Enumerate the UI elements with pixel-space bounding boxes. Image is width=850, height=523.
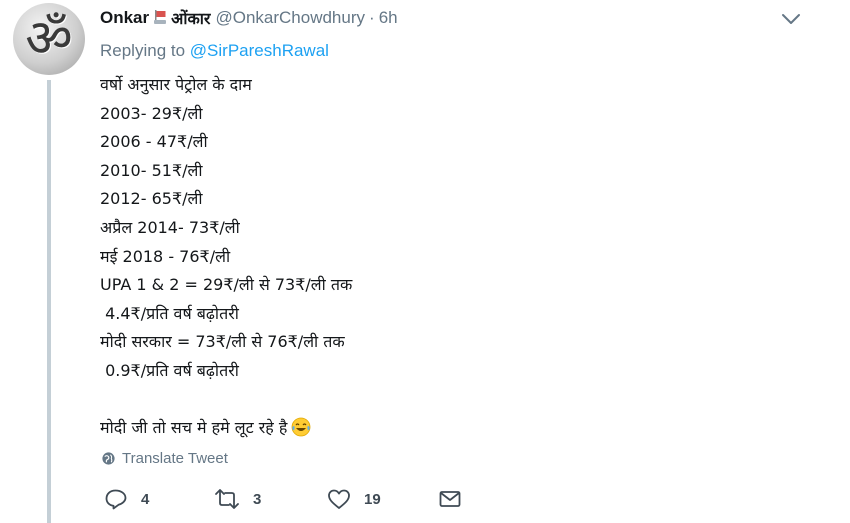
chevron-down-icon[interactable] — [780, 11, 802, 27]
tweet-time[interactable]: 6h — [379, 8, 398, 28]
retweet-icon — [215, 489, 239, 509]
retweet-count: 3 — [253, 490, 262, 508]
tweet-line: 2003- 29₹/ली — [100, 103, 203, 123]
retweet-button[interactable]: 3 — [214, 488, 261, 510]
avatar[interactable]: ॐ — [13, 3, 85, 75]
like-count: 19 — [364, 490, 381, 508]
tweet-header: Onkar ओंकार @OnkarChowdhury · 6h — [100, 6, 850, 30]
translate-tweet-link[interactable]: Translate Tweet — [101, 450, 228, 467]
tweet-line: 2006 - 47₹/ली — [100, 132, 208, 152]
tweet[interactable]: ॐ Onkar ओंकार @OnkarChowdhury · 6h Reply… — [0, 0, 850, 523]
reply-count: 4 — [141, 490, 150, 508]
thread-line — [47, 80, 51, 523]
like-button[interactable]: 19 — [327, 488, 381, 510]
replying-to: Replying to @SirPareshRawal — [100, 41, 329, 61]
author-name[interactable]: Onkar — [100, 8, 149, 28]
tweet-line-last: मोदी जी तो सच मे हमे लूट रहे है — [100, 414, 800, 443]
globe-icon — [102, 452, 115, 465]
tweet-line: 0.9₹/प्रति वर्ष बढ़ोतरी — [100, 360, 239, 380]
tweet-line: 2012- 65₹/ली — [100, 189, 203, 209]
heart-icon — [328, 489, 350, 509]
tweet-line: 4.4₹/प्रति वर्ष बढ़ोतरी — [100, 303, 239, 323]
action-bar: 4 3 19 — [100, 488, 480, 514]
tweet-line: वर्षो अनुसार पेट्रोल के दाम — [100, 75, 252, 94]
tweet-line: 2010- 51₹/ली — [100, 160, 203, 180]
translate-label: Translate Tweet — [122, 450, 228, 467]
tweet-line: मई 2018 - 76₹/ली — [100, 246, 231, 266]
author-name-suffix[interactable]: ओंकार — [171, 7, 210, 29]
avatar-om-glyph: ॐ — [25, 9, 73, 69]
flag-badge-icon — [151, 8, 169, 31]
replying-prefix: Replying to — [100, 41, 186, 60]
replying-mention-link[interactable]: @SirPareshRawal — [190, 41, 329, 60]
direct-message-button[interactable] — [438, 488, 462, 510]
tweet-line: UPA 1 & 2 = 29₹/ली से 73₹/ली तक — [100, 275, 353, 295]
separator-dot: · — [369, 8, 375, 27]
reply-icon — [105, 489, 127, 510]
face-with-tears-of-joy-icon — [291, 417, 311, 447]
tweet-text: वर्षो अनुसार पेट्रोल के दाम 2003- 29₹/ली… — [100, 71, 800, 443]
tweet-line-last-text: मोदी जी तो सच मे हमे लूट रहे है — [100, 418, 288, 438]
envelope-icon — [439, 491, 461, 507]
reply-button[interactable]: 4 — [104, 488, 149, 510]
author-handle[interactable]: @OnkarChowdhury — [215, 8, 365, 28]
tweet-line: मोदी सरकार = 73₹/ली से 76₹/ली तक — [100, 332, 345, 352]
tweet-line: अप्रैल 2014- 73₹/ली — [100, 217, 240, 237]
